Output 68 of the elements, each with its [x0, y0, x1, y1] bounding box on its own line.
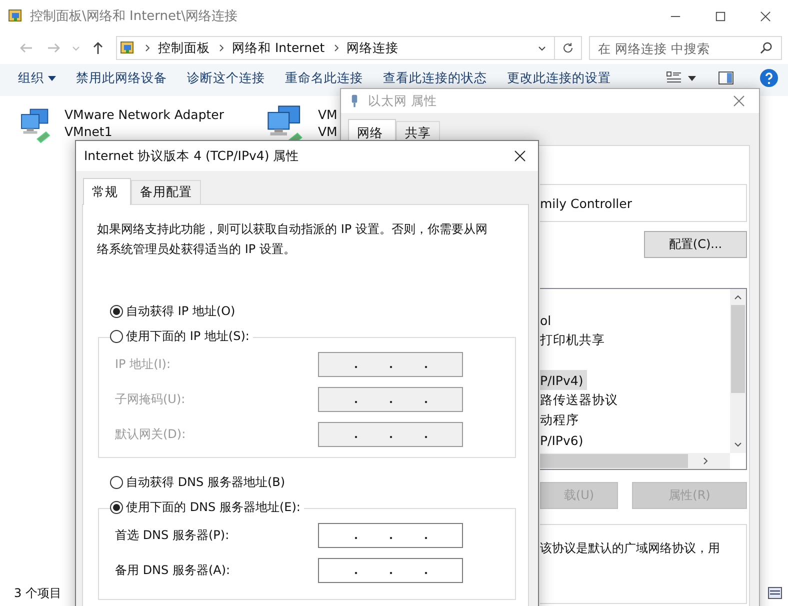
chevron-right-icon[interactable]	[217, 44, 225, 52]
toolbar-button[interactable]: 诊断这个连接	[177, 70, 275, 86]
tab[interactable]: 备用配置	[131, 180, 201, 204]
radio-button[interactable]	[110, 305, 123, 318]
configure-button[interactable]: 配置(C)...	[644, 231, 747, 258]
preview-pane-icon[interactable]	[718, 70, 734, 86]
ip-address-field[interactable]	[318, 422, 463, 446]
breadcrumb-item[interactable]: 网络和 Internet	[232, 40, 325, 56]
breadcrumb-item[interactable]: 网络连接	[346, 40, 399, 56]
description-text: 该协议是默认的广域网络协议，用	[540, 541, 720, 555]
vertical-scrollbar[interactable]	[730, 289, 746, 453]
caret-down-icon[interactable]	[688, 74, 696, 82]
search-field[interactable]: 在 网络连接 中搜索	[589, 36, 782, 60]
component-item[interactable]: P/IPv4)	[540, 370, 588, 390]
address-bar[interactable]: 控制面板 网络和 Internet 网络连接	[116, 36, 582, 60]
radio-option[interactable]: 使用下面的 DNS 服务器地址(E):	[110, 499, 304, 516]
field-label: 子网掩码(U):	[115, 390, 186, 408]
dialog-title: 以太网 属性	[368, 92, 437, 110]
component-item[interactable]: ol	[540, 310, 556, 330]
caret-down-icon	[48, 74, 56, 82]
breadcrumb-item[interactable]: 控制面板	[158, 40, 210, 56]
toolbar-button[interactable]: 组织	[8, 70, 66, 86]
chevron-right-icon[interactable]	[332, 44, 340, 52]
ip-address-field[interactable]	[318, 522, 463, 548]
search-icon	[760, 41, 773, 54]
component-item[interactable]: P/IPv6)	[540, 430, 588, 450]
radio-option[interactable]: 使用下面的 IP 地址(S):	[110, 328, 254, 345]
component-item[interactable]: 动程序	[540, 410, 583, 430]
component-item[interactable]: 打印机共享	[540, 330, 609, 350]
adapter-field: mily Controller	[540, 184, 747, 222]
item-count: 3 个项目	[14, 584, 62, 602]
field-label: 默认网关(D):	[115, 426, 187, 442]
ip-address-field[interactable]	[318, 558, 463, 582]
field-label: 首选 DNS 服务器(P):	[115, 526, 230, 544]
toolbar-button[interactable]: 重命名此连接	[275, 70, 373, 86]
component-item[interactable]: 路传送器协议	[540, 390, 622, 410]
radio-button[interactable]	[110, 476, 123, 489]
toolbar-button[interactable]: 禁用此网络设备	[66, 70, 177, 86]
scroll-right-icon[interactable]	[703, 457, 709, 465]
ethernet-plug-icon	[351, 94, 358, 108]
ip-address-field[interactable]	[318, 352, 463, 376]
scroll-up-icon[interactable]	[734, 294, 742, 300]
window-title: 控制面板\网络和 Internet\网络连接	[30, 8, 238, 25]
chevron-down-icon[interactable]	[538, 44, 546, 52]
scroll-down-icon[interactable]	[734, 442, 742, 448]
ip-address-field[interactable]	[318, 386, 463, 412]
field-label: 备用 DNS 服务器(A):	[115, 562, 232, 578]
adapter-name: VM	[318, 106, 338, 123]
toolbar-button[interactable]: 查看此连接的状态	[373, 70, 497, 86]
tab[interactable]: 常规	[83, 178, 131, 205]
refresh-icon	[562, 42, 574, 54]
adapter-name: VMware Network Adapter	[64, 106, 224, 123]
close-icon[interactable]	[514, 150, 526, 162]
adapter-subtitle: VMnet1	[64, 123, 112, 140]
toolbar-button[interactable]: 更改此连接的设置	[497, 70, 621, 86]
field-label: IP 地址(I):	[115, 356, 172, 372]
horizontal-scrollbar[interactable]	[540, 453, 730, 469]
network-folder-icon	[120, 40, 136, 56]
intro-text: 如果网络支持此功能，则可以获取自动指派的 IP 设置。否则，你需要从网络系统管理员处获得适当的 IP 设置。	[97, 221, 488, 258]
components-list[interactable]: ol 打印机共享 P/IPv4) 路传送器协议 动程序 P/IPv6)	[540, 288, 747, 470]
radio-button[interactable]	[110, 330, 123, 343]
radio-button[interactable]	[110, 501, 123, 514]
chevron-right-icon[interactable]	[143, 44, 151, 52]
help-icon[interactable]	[760, 69, 778, 87]
details-view-icon[interactable]	[768, 587, 782, 599]
adapter-subtitle: VM	[318, 123, 338, 140]
network-folder-icon	[8, 8, 24, 24]
dialog-title: Internet 协议版本 4 (TCP/IPv4) 属性	[84, 148, 300, 164]
